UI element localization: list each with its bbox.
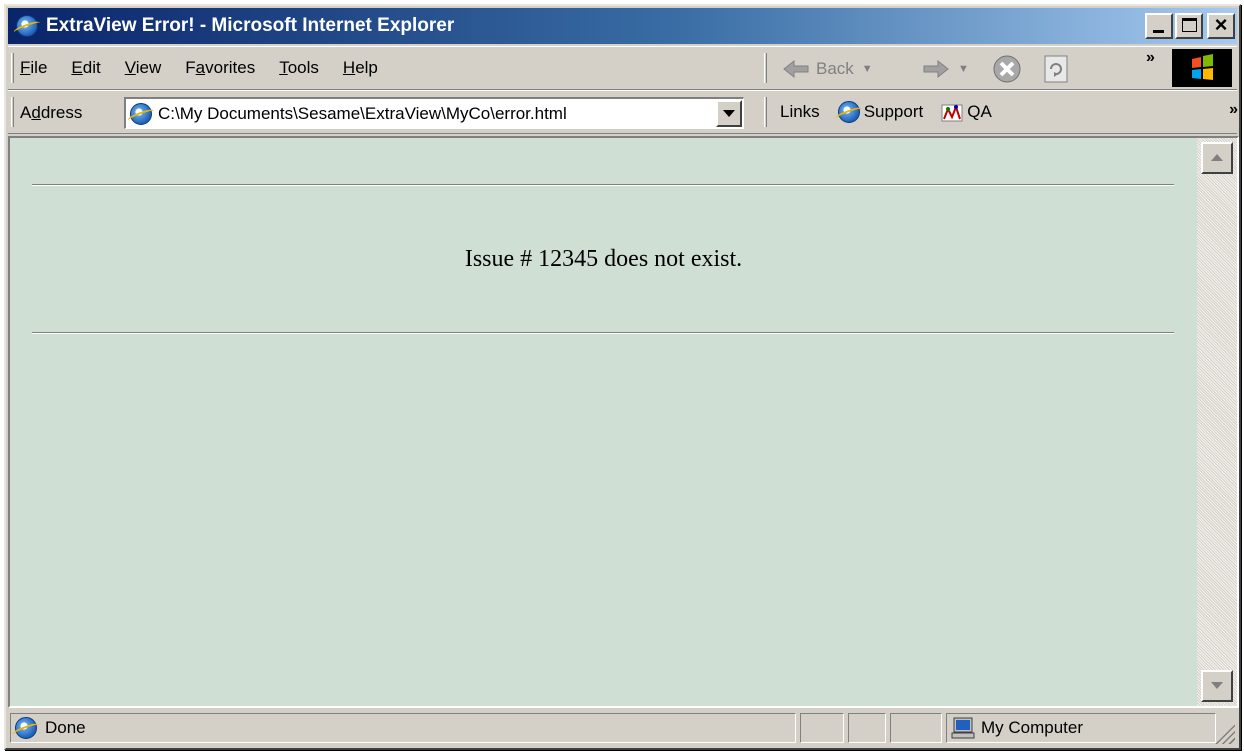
scroll-down-button[interactable]: [1201, 670, 1233, 702]
link-support[interactable]: Support: [837, 101, 923, 123]
menu-favorites[interactable]: Favorites: [185, 58, 255, 78]
browser-window: ExtraView Error! - Microsoft Internet Ex…: [4, 4, 1241, 750]
content-frame: Issue # 12345 does not exist.: [8, 136, 1239, 708]
ie-link-icon: [837, 101, 860, 123]
menu-bar: File Edit View Favorites Tools Help: [20, 47, 402, 89]
arrow-up-icon: [1211, 154, 1223, 161]
scroll-up-button[interactable]: [1201, 142, 1233, 174]
status-pane: [890, 713, 942, 743]
maximize-icon: [1182, 18, 1197, 32]
toolbar-grip[interactable]: [764, 53, 767, 83]
vertical-scrollbar[interactable]: [1197, 138, 1237, 706]
refresh-button[interactable]: [1042, 55, 1070, 83]
forward-dropdown-icon[interactable]: ▼: [958, 63, 969, 75]
menu-file[interactable]: File: [20, 58, 47, 78]
forward-button[interactable]: ▼: [920, 55, 969, 83]
back-button[interactable]: Back ▼: [782, 55, 873, 83]
error-message: Issue # 12345 does not exist.: [464, 246, 743, 272]
arrow-down-icon: [1211, 682, 1223, 689]
menu-bar-row: File Edit View Favorites Tools Help Back…: [8, 46, 1237, 90]
status-main-pane: Done: [10, 713, 796, 743]
links-label: Links: [780, 102, 820, 121]
refresh-icon: [1044, 55, 1068, 83]
resize-grip-icon[interactable]: [1213, 722, 1235, 744]
window-controls: ×: [1143, 12, 1235, 39]
links-toolbar: Links Support QA »: [764, 91, 1242, 133]
toolbar-grip[interactable]: [11, 53, 14, 83]
security-zone-text: My Computer: [981, 718, 1084, 737]
menu-view[interactable]: View: [125, 58, 162, 78]
page-icon: [130, 102, 152, 125]
standard-buttons-toolbar: Back ▼ ▼ »: [764, 47, 1232, 89]
back-dropdown-icon[interactable]: ▼: [862, 63, 873, 75]
toolbar-grip[interactable]: [11, 97, 14, 127]
link-qa[interactable]: QA: [941, 101, 992, 123]
address-input[interactable]: C:\My Documents\Sesame\ExtraView\MyCo\er…: [124, 97, 744, 129]
page-body: Issue # 12345 does not exist.: [10, 138, 1197, 706]
menu-help[interactable]: Help: [343, 58, 378, 78]
security-zone-pane: My Computer: [946, 713, 1216, 743]
status-text: Done: [45, 718, 86, 737]
chevron-down-icon: [723, 110, 735, 117]
menu-edit[interactable]: Edit: [71, 58, 100, 78]
page-status-icon: [15, 717, 37, 739]
address-label: Address: [20, 103, 83, 122]
address-value: C:\My Documents\Sesame\ExtraView\MyCo\er…: [158, 103, 567, 123]
status-bar: Done My Computer: [8, 710, 1237, 746]
my-computer-icon: [951, 717, 975, 739]
window-title: ExtraView Error! - Microsoft Internet Ex…: [46, 15, 455, 36]
address-dropdown-button[interactable]: [716, 100, 742, 127]
status-pane: [848, 713, 886, 743]
status-pane: [800, 713, 844, 743]
maximize-button[interactable]: [1175, 13, 1203, 39]
menu-tools[interactable]: Tools: [279, 58, 319, 78]
stop-button[interactable]: [992, 55, 1022, 83]
back-arrow-icon: [783, 59, 809, 79]
windows-logo-icon: [1172, 49, 1232, 87]
links-overflow-chevron-icon[interactable]: »: [1229, 101, 1238, 119]
minimize-icon: [1153, 30, 1164, 33]
qa-link-icon: [941, 104, 963, 122]
close-icon: ×: [1214, 12, 1228, 37]
toolbar-overflow-chevron-icon[interactable]: »: [1146, 49, 1155, 67]
ie-icon: [14, 13, 40, 39]
address-bar-row: Address C:\My Documents\Sesame\ExtraView…: [8, 90, 1238, 134]
toolbar-grip[interactable]: [764, 97, 767, 127]
stop-icon: [993, 55, 1021, 83]
bottom-divider: [32, 332, 1174, 334]
title-bar[interactable]: ExtraView Error! - Microsoft Internet Ex…: [8, 8, 1237, 44]
top-divider: [32, 184, 1174, 186]
minimize-button[interactable]: [1145, 13, 1173, 39]
forward-arrow-icon: [923, 59, 949, 79]
close-button[interactable]: ×: [1207, 12, 1235, 39]
